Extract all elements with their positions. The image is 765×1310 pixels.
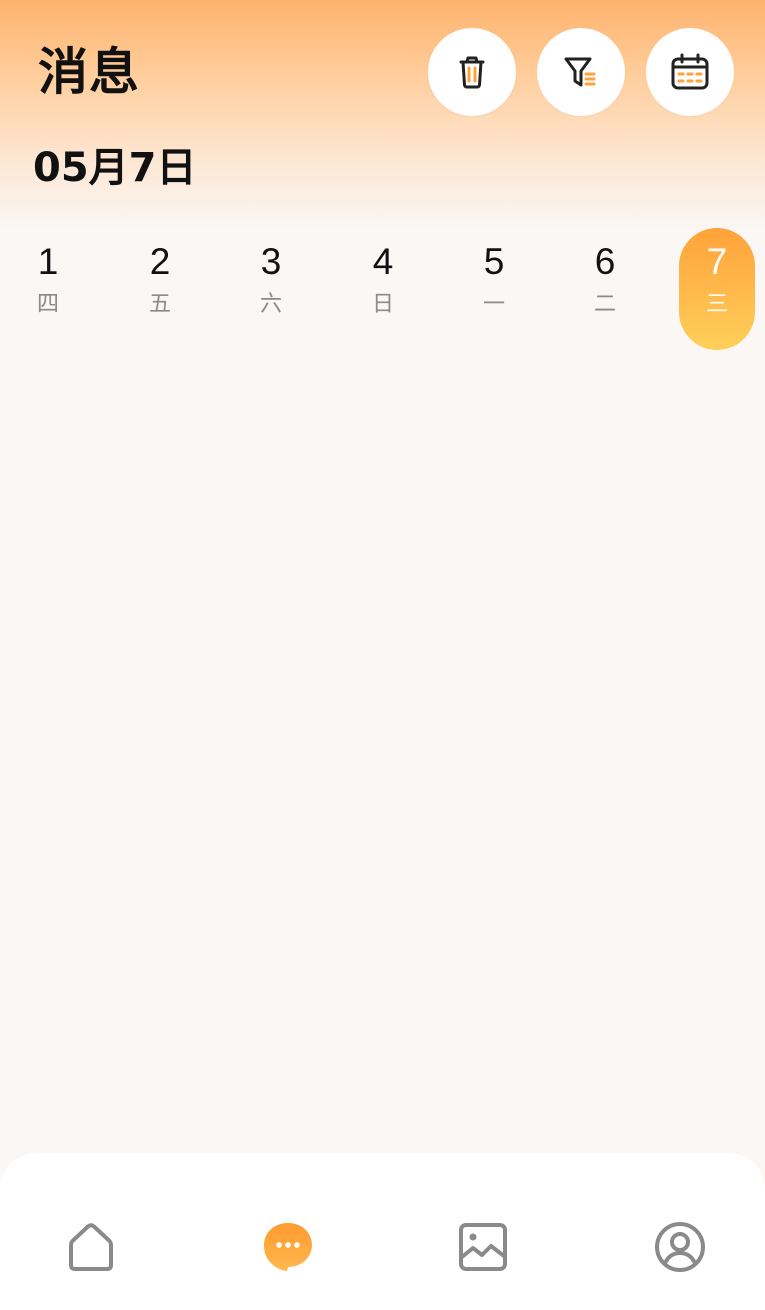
day-weekday: 五: [148, 292, 171, 317]
nav-gallery-button[interactable]: [453, 1217, 513, 1277]
chat-bubble-icon: [264, 1223, 312, 1271]
home-icon: [69, 1223, 113, 1271]
trash-icon: [459, 56, 485, 89]
header-background: [0, 0, 765, 230]
day-number: 7: [706, 241, 728, 282]
day-item-1[interactable]: 1 四: [10, 228, 86, 350]
day-number: 1: [37, 241, 59, 282]
day-item-7-selected[interactable]: 7 三: [679, 228, 755, 350]
day-item-4[interactable]: 4 日: [345, 228, 421, 350]
day-weekday: 六: [259, 292, 282, 317]
filter-icon: [564, 57, 596, 87]
bottom-nav: [0, 1153, 765, 1310]
day-number: 6: [594, 241, 616, 282]
current-date: 05月7日: [33, 145, 197, 191]
day-weekday: 日: [371, 292, 394, 317]
calendar-button[interactable]: [646, 28, 734, 116]
user-icon: [655, 1222, 705, 1272]
day-item-5[interactable]: 5 一: [456, 228, 532, 350]
page-title: 消息: [38, 43, 140, 101]
filter-button[interactable]: [537, 28, 625, 116]
day-weekday: 二: [593, 292, 616, 317]
day-weekday: 三: [705, 292, 728, 317]
day-item-3[interactable]: 3 六: [233, 228, 309, 350]
day-item-2[interactable]: 2 五: [122, 228, 198, 350]
day-number: 5: [483, 241, 505, 282]
nav-home-button[interactable]: [61, 1217, 121, 1277]
calendar-icon: [671, 53, 709, 90]
day-weekday: 一: [482, 292, 505, 317]
image-icon: [459, 1223, 507, 1271]
day-number: 3: [260, 241, 282, 282]
nav-profile-button[interactable]: [650, 1217, 710, 1277]
day-number: 2: [149, 241, 171, 282]
nav-messages-button[interactable]: [258, 1217, 318, 1277]
day-item-6[interactable]: 6 二: [567, 228, 643, 350]
day-number: 4: [372, 241, 394, 282]
delete-button[interactable]: [428, 28, 516, 116]
day-weekday: 四: [36, 292, 59, 317]
day-strip: 1 四 2 五 3 六 4 日 5 一 6 二 7 三: [0, 228, 765, 352]
